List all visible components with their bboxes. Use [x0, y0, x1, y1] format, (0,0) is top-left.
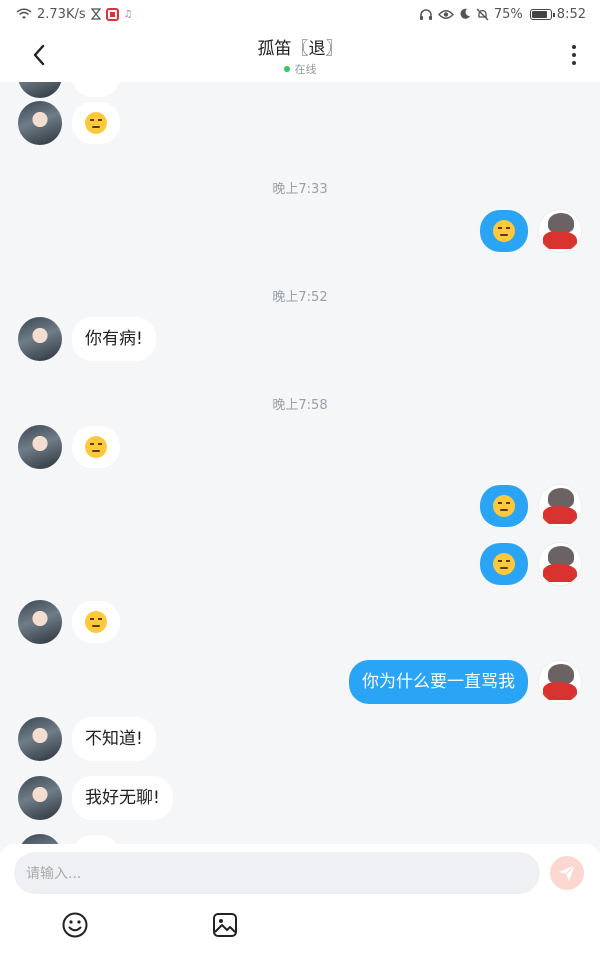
- unamused-face-emoji: [493, 220, 515, 242]
- message-row: 我好无聊!: [18, 776, 173, 820]
- timestamp: 晚上7:52: [272, 290, 328, 305]
- message-row: [18, 600, 120, 644]
- message-row: [18, 425, 120, 469]
- battery-percent: 75%: [493, 6, 523, 22]
- send-button[interactable]: [550, 856, 584, 890]
- contact-name: 孤笛〖退〗: [257, 39, 343, 59]
- more-dot-icon: [572, 61, 576, 65]
- my-avatar[interactable]: [538, 660, 582, 704]
- unamused-face-emoji: [85, 112, 107, 134]
- emoji-button[interactable]: [60, 910, 90, 940]
- message-row: [18, 82, 120, 98]
- online-status: 在线: [0, 61, 600, 77]
- message-row: 不知道!: [18, 717, 156, 761]
- message-row: [18, 834, 120, 844]
- contact-avatar[interactable]: [18, 776, 62, 820]
- timestamp: 晚上7:58: [272, 398, 328, 413]
- music-icon: ♫: [123, 8, 133, 20]
- contact-avatar[interactable]: [18, 600, 62, 644]
- message-input[interactable]: 请输入...: [14, 852, 540, 894]
- message-bubble[interactable]: [480, 210, 528, 252]
- message-bubble[interactable]: [72, 601, 120, 643]
- contact-avatar[interactable]: [18, 717, 62, 761]
- message-row: [480, 542, 582, 586]
- unamused-face-emoji: [85, 611, 107, 633]
- message-row: [480, 484, 582, 528]
- hourglass-icon: [90, 8, 101, 20]
- more-dot-icon: [572, 53, 576, 57]
- send-icon: [559, 864, 576, 881]
- message-row: [480, 209, 582, 253]
- composer: 请输入...: [0, 844, 600, 960]
- message-row: 你为什么要一直骂我: [349, 660, 582, 704]
- my-avatar[interactable]: [538, 542, 582, 586]
- moon-icon: [459, 8, 471, 20]
- image-button[interactable]: [210, 910, 240, 940]
- message-bubble[interactable]: 不知道!: [72, 717, 156, 761]
- message-row: [18, 101, 120, 145]
- message-bubble[interactable]: 你有病!: [72, 317, 156, 361]
- contact-info[interactable]: 孤笛〖退〗 在线: [0, 34, 600, 77]
- bell-off-icon: [476, 8, 489, 21]
- chat-header: 孤笛〖退〗 在线: [0, 28, 600, 82]
- unamused-face-emoji: [493, 495, 515, 517]
- my-avatar[interactable]: [538, 484, 582, 528]
- message-bubble[interactable]: 你为什么要一直骂我: [349, 660, 528, 704]
- message-bubble[interactable]: [72, 835, 120, 844]
- smiley-icon: [62, 912, 88, 938]
- my-avatar[interactable]: [538, 209, 582, 253]
- smirking-face-emoji: [85, 436, 107, 458]
- notification-app-icon: [105, 7, 119, 21]
- message-bubble[interactable]: [480, 485, 528, 527]
- wifi-icon: [16, 8, 32, 20]
- message-bubble[interactable]: 我好无聊!: [72, 776, 173, 820]
- message-list[interactable]: 晚上7:33 晚上7:52 你有病! 晚上7:58 你为什么要一直骂我 不知道!…: [0, 82, 600, 844]
- contact-avatar[interactable]: [18, 101, 62, 145]
- timestamp: 晚上7:33: [272, 182, 328, 197]
- image-icon: [213, 913, 237, 937]
- status-bar: 2.73K/s ♫ 75% 8:52: [0, 0, 600, 28]
- more-options-button[interactable]: [562, 40, 586, 70]
- contact-avatar[interactable]: [18, 317, 62, 361]
- contact-avatar[interactable]: [18, 82, 62, 98]
- net-speed: 2.73K/s: [37, 6, 86, 22]
- online-dot-icon: [283, 66, 290, 72]
- eye-icon: [437, 9, 454, 20]
- contact-avatar[interactable]: [18, 834, 62, 844]
- face-with-steam-emoji: [493, 553, 515, 575]
- online-status-label: 在线: [294, 63, 317, 76]
- message-bubble[interactable]: [72, 426, 120, 468]
- message-bubble[interactable]: [72, 102, 120, 144]
- battery-icon: [529, 8, 555, 20]
- more-dot-icon: [572, 45, 576, 49]
- clock: 8:52: [556, 6, 586, 22]
- message-bubble[interactable]: [72, 82, 120, 97]
- message-bubble[interactable]: [480, 543, 528, 585]
- headphones-icon: [419, 8, 433, 21]
- contact-avatar[interactable]: [18, 425, 62, 469]
- message-row: 你有病!: [18, 317, 156, 361]
